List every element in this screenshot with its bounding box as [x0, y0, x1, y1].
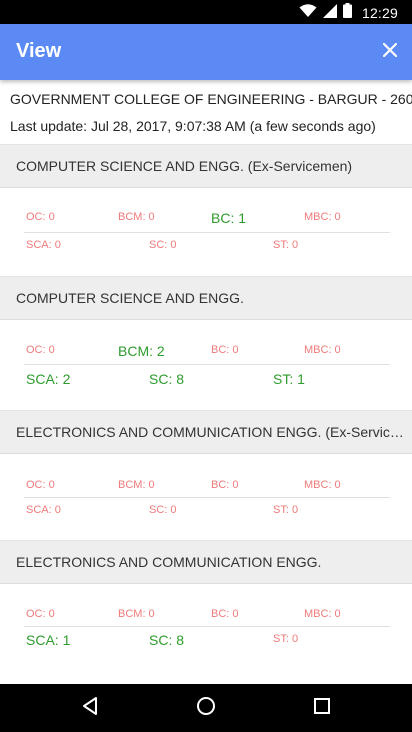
bc-seats: BC: 0 — [211, 344, 239, 356]
sc-seats: SC: 0 — [149, 239, 177, 251]
sc-seats: SC: 0 — [149, 504, 177, 516]
bcm-seats: BCM: 0 — [118, 608, 155, 620]
signal-icon — [322, 3, 337, 23]
bcm-seats: BCM: 0 — [118, 211, 155, 223]
sca-seats: SCA: 0 — [26, 504, 61, 516]
recents-icon — [313, 697, 331, 720]
close-icon — [382, 42, 398, 62]
oc-seats: OC: 0 — [26, 344, 55, 356]
course-section: COMPUTER SCIENCE AND ENGG. OC: 0 BCM: 2 … — [0, 276, 412, 410]
status-time: 12:29 — [361, 5, 398, 21]
bc-seats: BC: 0 — [211, 608, 239, 620]
mbc-seats: MBC: 0 — [304, 211, 341, 223]
section-title: COMPUTER SCIENCE AND ENGG. (Ex-Serviceme… — [16, 158, 353, 174]
course-section: ELECTRONICS AND COMMUNICATION ENGG. (Ex-… — [0, 410, 412, 540]
mbc-seats: MBC: 0 — [304, 344, 341, 356]
sc-seats: SC: 8 — [149, 632, 185, 648]
oc-seats: OC: 0 — [26, 211, 55, 223]
bcm-seats: BCM: 2 — [118, 343, 165, 359]
wifi-icon — [299, 3, 317, 23]
st-seats: ST: 0 — [273, 239, 299, 251]
section-header: ELECTRONICS AND COMMUNICATION ENGG. — [0, 540, 412, 584]
section-header: COMPUTER SCIENCE AND ENGG. (Ex-Serviceme… — [0, 144, 412, 188]
bc-seats: BC: 1 — [211, 210, 247, 226]
back-button[interactable] — [78, 696, 102, 720]
row-divider — [24, 232, 390, 233]
sc-seats: SC: 8 — [149, 371, 185, 387]
home-button[interactable] — [194, 696, 218, 720]
navigation-bar — [0, 684, 412, 732]
st-seats: ST: 0 — [273, 633, 299, 645]
section-header: ELECTRONICS AND COMMUNICATION ENGG. (Ex-… — [0, 410, 412, 454]
row-divider — [24, 497, 390, 498]
section-title: ELECTRONICS AND COMMUNICATION ENGG. — [16, 554, 322, 570]
back-icon — [81, 696, 99, 721]
home-icon — [196, 696, 216, 721]
mbc-seats: MBC: 0 — [304, 479, 341, 491]
recents-button[interactable] — [310, 696, 334, 720]
battery-icon — [342, 3, 352, 23]
close-button[interactable] — [378, 40, 402, 64]
sca-seats: SCA: 0 — [26, 239, 61, 251]
section-title: ELECTRONICS AND COMMUNICATION ENGG. (Ex-… — [16, 424, 406, 440]
college-name: GOVERNMENT COLLEGE OF ENGINEERING - BARG… — [10, 91, 412, 107]
status-icons: 12:29 — [299, 3, 398, 23]
bcm-seats: BCM: 0 — [118, 479, 155, 491]
status-bar: 12:29 — [0, 0, 412, 24]
sca-seats: SCA: 2 — [26, 371, 71, 387]
last-update: Last update: Jul 28, 2017, 9:07:38 AM (a… — [10, 118, 376, 134]
course-section: ELECTRONICS AND COMMUNICATION ENGG. OC: … — [0, 540, 412, 684]
mbc-seats: MBC: 0 — [304, 608, 341, 620]
row-divider — [24, 364, 390, 365]
st-seats: ST: 0 — [273, 504, 299, 516]
sca-seats: SCA: 1 — [26, 632, 71, 648]
bc-seats: BC: 0 — [211, 479, 239, 491]
st-seats: ST: 1 — [273, 371, 305, 387]
row-divider — [24, 626, 390, 627]
course-section: COMPUTER SCIENCE AND ENGG. (Ex-Serviceme… — [0, 144, 412, 272]
section-header: COMPUTER SCIENCE AND ENGG. — [0, 276, 412, 320]
app-bar: View — [0, 24, 412, 80]
section-title: COMPUTER SCIENCE AND ENGG. — [16, 290, 244, 306]
oc-seats: OC: 0 — [26, 479, 55, 491]
app-title: View — [16, 40, 62, 62]
oc-seats: OC: 0 — [26, 608, 55, 620]
